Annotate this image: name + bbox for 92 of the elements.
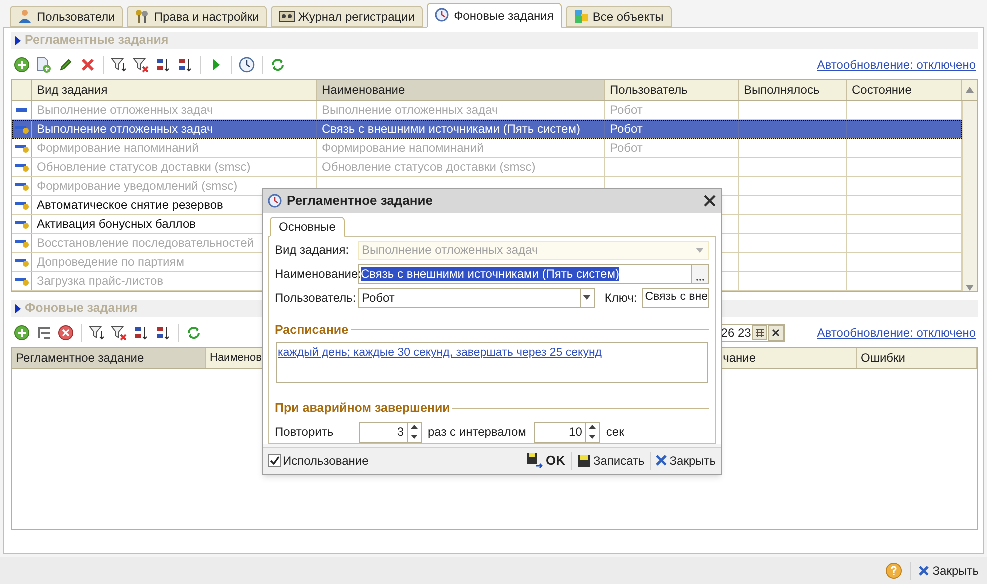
refresh-icon[interactable] [270, 57, 286, 73]
table-cell: Робот [605, 120, 739, 138]
task-key-icon [14, 124, 28, 134]
column-header[interactable]: Состояние [847, 80, 962, 100]
floppy-arrow-icon [526, 452, 543, 470]
close-icon [918, 566, 929, 576]
table-cell: Выполнение отложенных задач [32, 120, 317, 138]
more-icon[interactable] [691, 264, 708, 283]
task-key-icon [14, 257, 28, 267]
task-key-icon [14, 162, 28, 172]
column-header[interactable]: Ошибки [861, 349, 906, 367]
table-cell: Робот [605, 101, 739, 119]
scrollbar[interactable] [962, 101, 977, 291]
dropdown-arrow-icon[interactable] [583, 295, 592, 300]
add-icon[interactable] [14, 57, 30, 73]
filter-clear-icon[interactable] [133, 57, 149, 73]
column-header[interactable]: Выполнялось [739, 80, 847, 100]
clear-icon[interactable] [768, 325, 784, 341]
sort-descending-icon[interactable] [155, 325, 171, 341]
close-button[interactable]: Закрыть [918, 562, 979, 580]
table-cell: Робот [605, 139, 739, 157]
field-label: раз с интервалом [428, 424, 526, 442]
task-key-icon [14, 238, 28, 248]
sort-descending-icon[interactable] [177, 57, 193, 73]
cubes-icon [574, 8, 590, 24]
task-key-icon [14, 276, 28, 286]
column-header[interactable]: Наименование [317, 80, 605, 100]
table-cell: Формирование напоминаний [317, 139, 605, 157]
cancel-icon[interactable] [58, 325, 74, 341]
refresh-icon[interactable] [186, 325, 202, 341]
clock-icon [435, 8, 452, 24]
help-icon[interactable] [886, 562, 902, 578]
sort-ascending-icon[interactable] [133, 325, 149, 341]
column-header[interactable]: чание [723, 349, 756, 367]
dropdown-field[interactable]: Робот [358, 288, 595, 308]
filter-icon[interactable] [89, 325, 105, 341]
filter-clear-icon[interactable] [111, 325, 127, 341]
text-field[interactable]: Связь с вне [642, 288, 709, 308]
table-cell: Выполнение отложенных задач [317, 101, 605, 119]
number-spinner[interactable]: 3 [359, 422, 422, 443]
column-header[interactable]: Пользователь [605, 80, 739, 100]
field-label: Повторить [275, 424, 335, 442]
use-checkbox[interactable]: Использование [268, 452, 369, 470]
text-field[interactable]: Связь с внешними источниками (Пять систем) [358, 264, 709, 284]
task-key-icon [14, 181, 28, 191]
cassette-icon [279, 8, 296, 24]
number-spinner[interactable]: 10 [534, 422, 600, 443]
autorefresh-link[interactable]: Автообновление: отключено [817, 324, 976, 342]
tab[interactable]: Пользователи [10, 6, 124, 27]
task-icon [16, 108, 27, 112]
table-row[interactable]: Выполнение отложенных задач Связь с внешними источниками (Пять систем) Робот [12, 120, 962, 139]
person-icon [18, 8, 34, 24]
tab[interactable]: Права и настройки [127, 6, 268, 27]
task-key-icon [14, 143, 28, 153]
close-icon [656, 455, 667, 466]
column-header[interactable]: Наименов [210, 350, 262, 366]
group-title: Расписание [275, 322, 349, 339]
section-header: Регламентные задания [11, 32, 978, 49]
clock-icon[interactable] [239, 57, 255, 73]
table-cell: Обновление статусов доставки (smsc) [32, 158, 317, 176]
pencil-icon[interactable] [58, 57, 74, 73]
delete-icon[interactable] [80, 57, 96, 73]
add-icon[interactable] [14, 325, 30, 341]
expand-icon[interactable] [15, 36, 21, 46]
scroll-up-icon[interactable] [966, 87, 974, 93]
tab[interactable]: Фоновые задания [427, 3, 562, 28]
sort-ascending-icon[interactable] [155, 57, 171, 73]
tab[interactable]: Все объекты [566, 6, 672, 27]
date-field[interactable]: 26 23 [719, 324, 786, 342]
hierarchy-icon[interactable] [36, 325, 52, 341]
document-add-icon[interactable] [36, 57, 52, 73]
save-button[interactable]: Записать [576, 452, 645, 470]
field-label: сек [606, 424, 624, 442]
close-button[interactable]: Закрыть [656, 452, 716, 470]
ok-button[interactable]: OK [526, 451, 566, 471]
autorefresh-link[interactable]: Автообновление: отключено [817, 56, 976, 74]
clock-icon [268, 194, 282, 208]
checkmark-icon [270, 456, 280, 466]
close-button[interactable] [704, 194, 716, 207]
table-cell: Выполнение отложенных задач [32, 101, 317, 119]
scroll-down-icon[interactable] [966, 285, 974, 291]
group-title: При аварийном завершении [275, 400, 450, 417]
tab[interactable]: Журнал регистрации [271, 6, 424, 27]
expand-icon[interactable] [15, 304, 21, 314]
filter-icon[interactable] [111, 57, 127, 73]
table-cell: Связь с внешними источниками (Пять систем) [317, 120, 605, 138]
table-cell: Формирование напоминаний [32, 139, 317, 157]
task-key-icon [14, 200, 28, 210]
task-key-icon [14, 219, 28, 229]
calendar-icon[interactable] [752, 325, 768, 341]
table-cell: Обновление статусов доставки (smsc) [317, 158, 605, 176]
tab[interactable]: Основные [270, 216, 345, 237]
